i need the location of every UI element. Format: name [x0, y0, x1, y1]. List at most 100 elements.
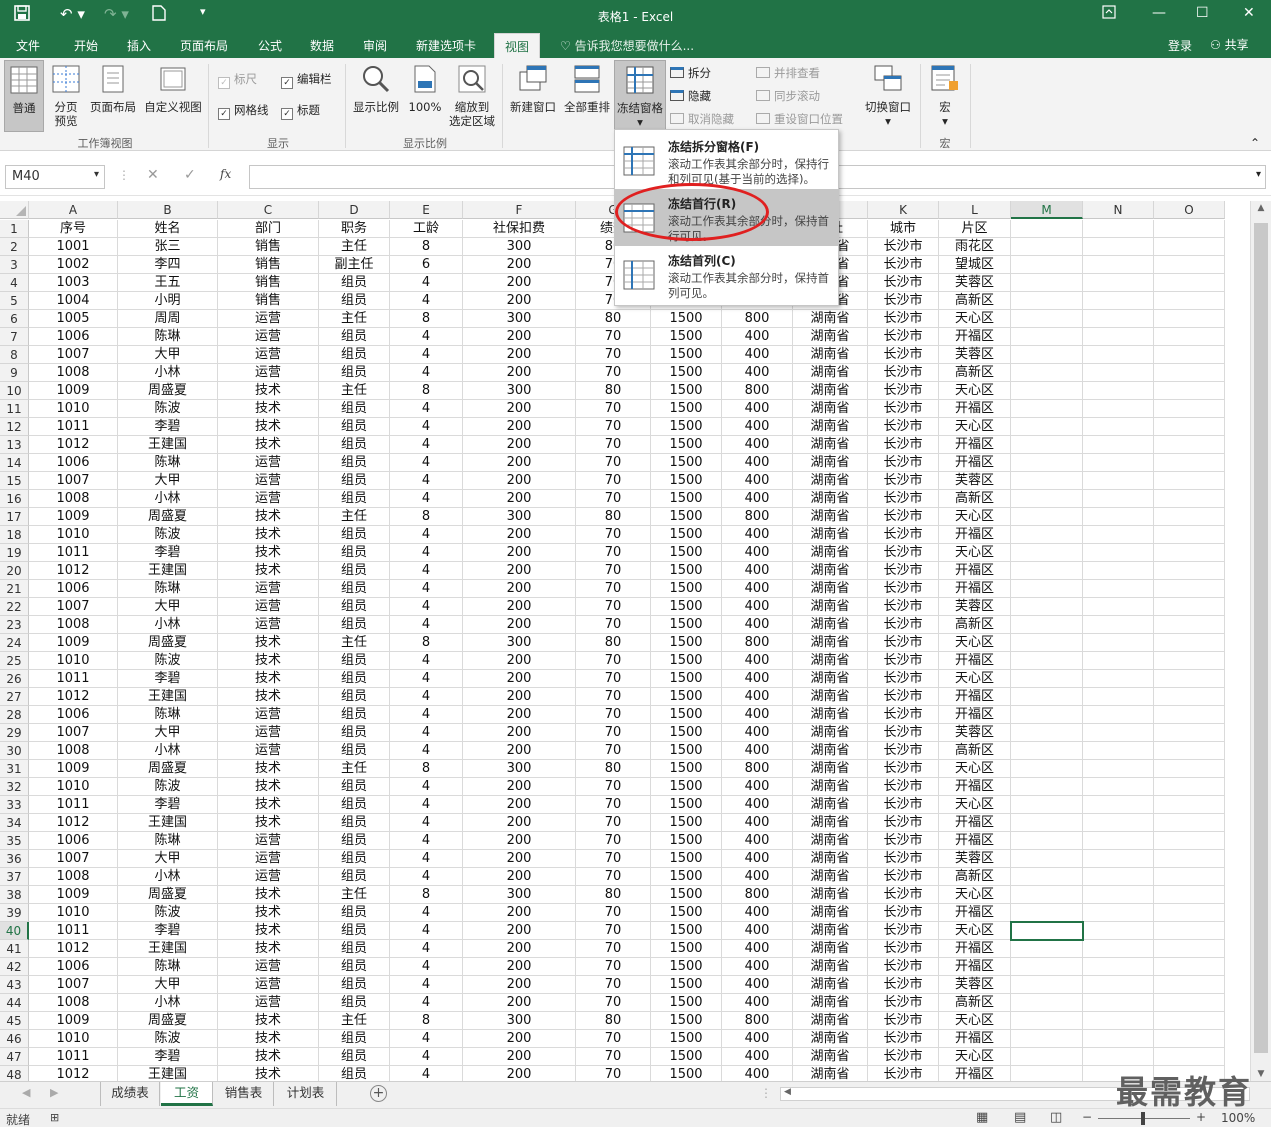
column-header-b[interactable]: B — [118, 201, 218, 219]
table-cell[interactable]: 1009 — [29, 634, 118, 652]
table-cell[interactable]: 湖南省 — [793, 940, 868, 958]
table-cell[interactable]: 4 — [390, 454, 463, 472]
synchronous-scrolling-button[interactable]: 同步滚动 — [756, 89, 820, 103]
table-cell[interactable]: 200 — [463, 526, 576, 544]
row-header[interactable]: 9 — [0, 364, 29, 382]
table-cell[interactable]: 陈波 — [118, 526, 218, 544]
table-cell[interactable]: 李碧 — [118, 544, 218, 562]
table-cell[interactable]: 李碧 — [118, 922, 218, 940]
table-cell[interactable]: 400 — [722, 544, 793, 562]
table-cell[interactable]: 80 — [576, 310, 651, 328]
table-cell[interactable]: 70 — [576, 526, 651, 544]
table-cell[interactable]: 芙蓉区 — [939, 976, 1011, 994]
table-cell[interactable]: 技术 — [218, 688, 319, 706]
table-cell[interactable]: 周盛夏 — [118, 634, 218, 652]
tab-review[interactable]: 审阅 — [363, 37, 387, 54]
table-cell[interactable]: 1500 — [651, 634, 722, 652]
table-cell[interactable]: 70 — [576, 1066, 651, 1081]
table-cell[interactable]: 70 — [576, 850, 651, 868]
table-cell[interactable]: 1012 — [29, 940, 118, 958]
table-cell[interactable]: 300 — [463, 382, 576, 400]
table-cell[interactable]: 200 — [463, 868, 576, 886]
table-cell[interactable]: 长沙市 — [868, 454, 939, 472]
table-cell[interactable]: 200 — [463, 400, 576, 418]
table-cell[interactable]: 80 — [576, 634, 651, 652]
table-cell[interactable]: 湖南省 — [793, 472, 868, 490]
table-cell[interactable]: 周盛夏 — [118, 886, 218, 904]
zoom-100-button[interactable]: 100% — [406, 64, 444, 114]
table-cell[interactable]: 200 — [463, 616, 576, 634]
table-cell[interactable]: 4 — [390, 940, 463, 958]
table-cell[interactable]: 技术 — [218, 904, 319, 922]
collapse-ribbon-icon[interactable]: ⌃ — [1250, 136, 1260, 150]
table-cell[interactable]: 高新区 — [939, 616, 1011, 634]
table-cell[interactable]: 销售 — [218, 292, 319, 310]
table-cell[interactable]: 王建国 — [118, 562, 218, 580]
table-cell[interactable]: 400 — [722, 814, 793, 832]
table-cell[interactable] — [1154, 562, 1225, 580]
column-header-o[interactable]: O — [1154, 201, 1225, 219]
table-cell[interactable] — [1154, 652, 1225, 670]
table-cell[interactable] — [1011, 652, 1083, 670]
table-cell[interactable] — [1011, 256, 1083, 274]
table-cell[interactable]: 1500 — [651, 544, 722, 562]
table-cell[interactable] — [1154, 364, 1225, 382]
table-cell[interactable]: 4 — [390, 922, 463, 940]
ruler-checkbox[interactable]: ✓ 标尺 — [218, 72, 257, 89]
table-cell[interactable]: 李碧 — [118, 796, 218, 814]
table-cell[interactable]: 小林 — [118, 364, 218, 382]
header-cell[interactable]: 片区 — [939, 220, 1011, 238]
table-cell[interactable]: 1500 — [651, 994, 722, 1012]
table-cell[interactable] — [1154, 382, 1225, 400]
table-cell[interactable] — [1154, 580, 1225, 598]
table-cell[interactable] — [1083, 742, 1154, 760]
table-cell[interactable]: 技术 — [218, 670, 319, 688]
header-cell[interactable] — [1083, 220, 1154, 238]
table-cell[interactable] — [1083, 328, 1154, 346]
table-cell[interactable]: 1500 — [651, 958, 722, 976]
table-cell[interactable] — [1154, 742, 1225, 760]
table-cell[interactable]: 组员 — [319, 400, 390, 418]
table-cell[interactable]: 主任 — [319, 634, 390, 652]
table-cell[interactable] — [1154, 454, 1225, 472]
table-cell[interactable]: 湖南省 — [793, 598, 868, 616]
header-cell[interactable]: 姓名 — [118, 220, 218, 238]
table-cell[interactable]: 200 — [463, 832, 576, 850]
table-cell[interactable]: 运营 — [218, 328, 319, 346]
table-cell[interactable]: 湖南省 — [793, 562, 868, 580]
table-cell[interactable]: 运营 — [218, 580, 319, 598]
table-cell[interactable]: 天心区 — [939, 382, 1011, 400]
table-cell[interactable] — [1011, 1066, 1083, 1081]
table-cell[interactable]: 4 — [390, 328, 463, 346]
table-cell[interactable]: 开福区 — [939, 1030, 1011, 1048]
confirm-entry-icon[interactable]: ✓ — [184, 167, 196, 183]
table-cell[interactable]: 技术 — [218, 382, 319, 400]
table-cell[interactable]: 70 — [576, 490, 651, 508]
row-header[interactable]: 41 — [0, 940, 29, 958]
table-cell[interactable] — [1154, 778, 1225, 796]
table-cell[interactable]: 天心区 — [939, 310, 1011, 328]
table-cell[interactable]: 组员 — [319, 616, 390, 634]
table-cell[interactable]: 200 — [463, 346, 576, 364]
table-cell[interactable]: 1007 — [29, 472, 118, 490]
table-cell[interactable]: 湖南省 — [793, 364, 868, 382]
row-header[interactable]: 38 — [0, 886, 29, 904]
table-cell[interactable]: 1500 — [651, 742, 722, 760]
table-cell[interactable]: 4 — [390, 1066, 463, 1081]
table-cell[interactable]: 200 — [463, 814, 576, 832]
header-cell[interactable]: 社保扣费 — [463, 220, 576, 238]
table-cell[interactable]: 70 — [576, 562, 651, 580]
table-cell[interactable]: 4 — [390, 994, 463, 1012]
table-cell[interactable]: 小林 — [118, 490, 218, 508]
table-cell[interactable]: 8 — [390, 760, 463, 778]
tab-new-tab[interactable]: 新建选项卡 — [416, 37, 476, 54]
table-cell[interactable]: 70 — [576, 832, 651, 850]
table-cell[interactable]: 1009 — [29, 382, 118, 400]
table-cell[interactable]: 1012 — [29, 688, 118, 706]
vertical-scrollbar[interactable]: ▲ ▼ — [1250, 201, 1271, 1081]
table-cell[interactable] — [1011, 598, 1083, 616]
table-cell[interactable] — [1011, 778, 1083, 796]
table-cell[interactable]: 长沙市 — [868, 634, 939, 652]
zoom-to-selection-button[interactable]: 缩放到 选定区域 — [446, 64, 498, 128]
table-cell[interactable]: 1010 — [29, 904, 118, 922]
